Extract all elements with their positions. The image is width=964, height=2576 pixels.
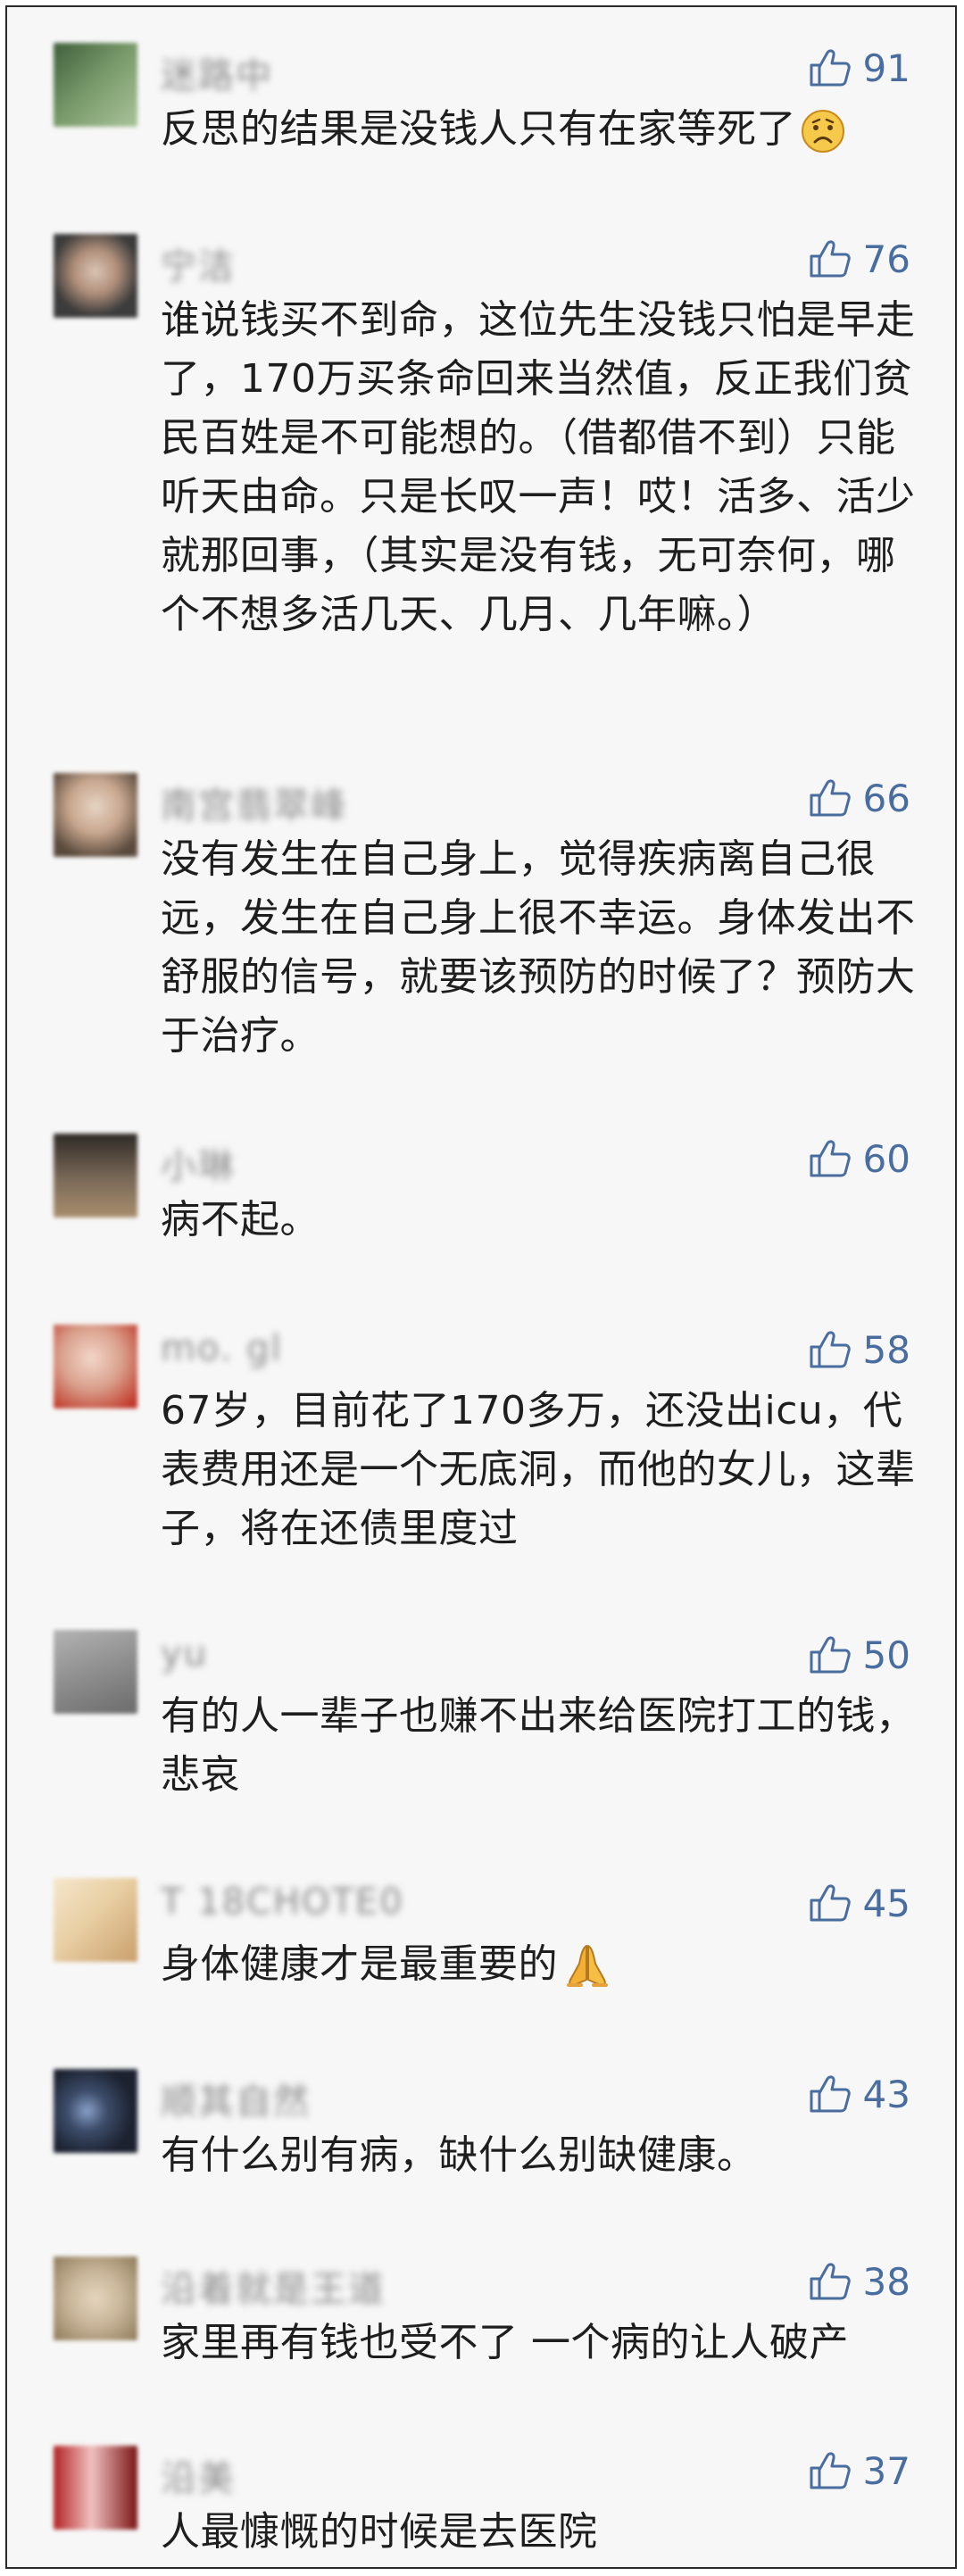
comment-text-content: 身体健康才是最重要的 (161, 1941, 558, 1987)
like-count: 43 (862, 2072, 910, 2116)
username[interactable]: 宁洁 (161, 237, 236, 289)
comment-text-content: 反思的结果是没钱人只有在家等死了 (161, 106, 796, 152)
like-button[interactable]: 91 (808, 43, 910, 93)
comment-text: 人最慷慨的时候是去医院 (161, 2509, 598, 2555)
thumbs-up-icon (810, 1331, 851, 1368)
like-button[interactable]: 58 (808, 1325, 910, 1375)
username[interactable]: yu (161, 1633, 208, 1674)
username[interactable]: 小琳 (161, 1137, 236, 1189)
like-button[interactable]: 76 (808, 234, 910, 284)
username[interactable]: 南宫翡翠峰 (161, 777, 348, 828)
like-button[interactable]: 37 (808, 2446, 910, 2496)
comment-text: 反思的结果是没钱人只有在家等死了 (161, 100, 928, 159)
username[interactable]: 沿美 (161, 2449, 236, 2501)
like-count: 38 (862, 2259, 910, 2304)
avatar[interactable] (54, 2256, 137, 2340)
thumbs-up-icon (810, 1884, 851, 1922)
like-count: 91 (862, 46, 910, 90)
comment-text: 有什么别有病，缺什么别缺健康。 (161, 2132, 757, 2178)
avatar[interactable] (54, 1134, 137, 1217)
like-count: 50 (862, 1633, 910, 1677)
like-count: 76 (862, 237, 910, 281)
comment-text: 没有发生在自己身上，觉得疾病离自己很远，发生在自己身上很不幸运。身体发出不舒服的… (161, 836, 916, 1059)
thumbs-up-icon (810, 240, 851, 278)
like-count: 66 (862, 776, 910, 820)
like-count: 45 (862, 1881, 910, 1925)
like-button[interactable]: 60 (808, 1134, 910, 1184)
like-button[interactable]: 50 (808, 1630, 910, 1680)
avatar[interactable] (54, 43, 137, 127)
avatar[interactable] (54, 773, 137, 857)
comment-text: 67岁，目前花了170多万，还没出icu，代表费用还是一个无底洞，而他的女儿，这… (161, 1388, 916, 1551)
thumbs-up-icon (810, 49, 851, 87)
avatar[interactable] (54, 2069, 137, 2153)
username[interactable]: 沿着就是王道 (161, 2260, 386, 2312)
like-count: 37 (862, 2448, 910, 2493)
thumbs-up-icon (810, 2075, 851, 2113)
username[interactable]: 顺其自然 (161, 2073, 311, 2124)
like-button[interactable]: 38 (808, 2256, 910, 2306)
username[interactable]: mo. gl (161, 1328, 283, 1369)
thumbs-up-icon (810, 2452, 851, 2489)
avatar[interactable] (54, 2446, 137, 2530)
like-count: 58 (862, 1327, 910, 1372)
avatar[interactable] (54, 1325, 137, 1408)
comment-text: 病不起。 (161, 1197, 320, 1242)
like-count: 60 (862, 1136, 910, 1181)
like-button[interactable]: 45 (808, 1878, 910, 1928)
avatar[interactable] (54, 234, 137, 318)
praying-hands-icon (567, 1945, 608, 1987)
sad-face-icon (802, 110, 844, 153)
username[interactable]: T 18CHOTE0 (161, 1882, 404, 1923)
avatar[interactable] (54, 1630, 137, 1714)
comment-text: 谁说钱买不到命，这位先生没钱只怕是早走了，170万买条命回来当然值，反正我们贫民… (161, 297, 916, 637)
comments-panel: 迷路中 91 反思的结果是没钱人只有在家等死了 宁洁 76 谁说钱买不到命，这位… (5, 5, 957, 2569)
username[interactable]: 迷路中 (161, 46, 273, 98)
comment-text: 有的人一辈子也赚不出来给医院打工的钱，悲哀 (161, 1693, 916, 1798)
like-button[interactable]: 66 (808, 773, 910, 823)
comment-text: 家里再有钱也受不了 一个病的让人破产 (161, 2320, 849, 2365)
comment-text: 身体健康才是最重要的 (161, 1935, 928, 1994)
avatar[interactable] (54, 1878, 137, 1962)
thumbs-up-icon (810, 1636, 851, 1674)
like-button[interactable]: 43 (808, 2069, 910, 2119)
thumbs-up-icon (810, 779, 851, 817)
thumbs-up-icon (810, 1140, 851, 1177)
thumbs-up-icon (810, 2263, 851, 2300)
